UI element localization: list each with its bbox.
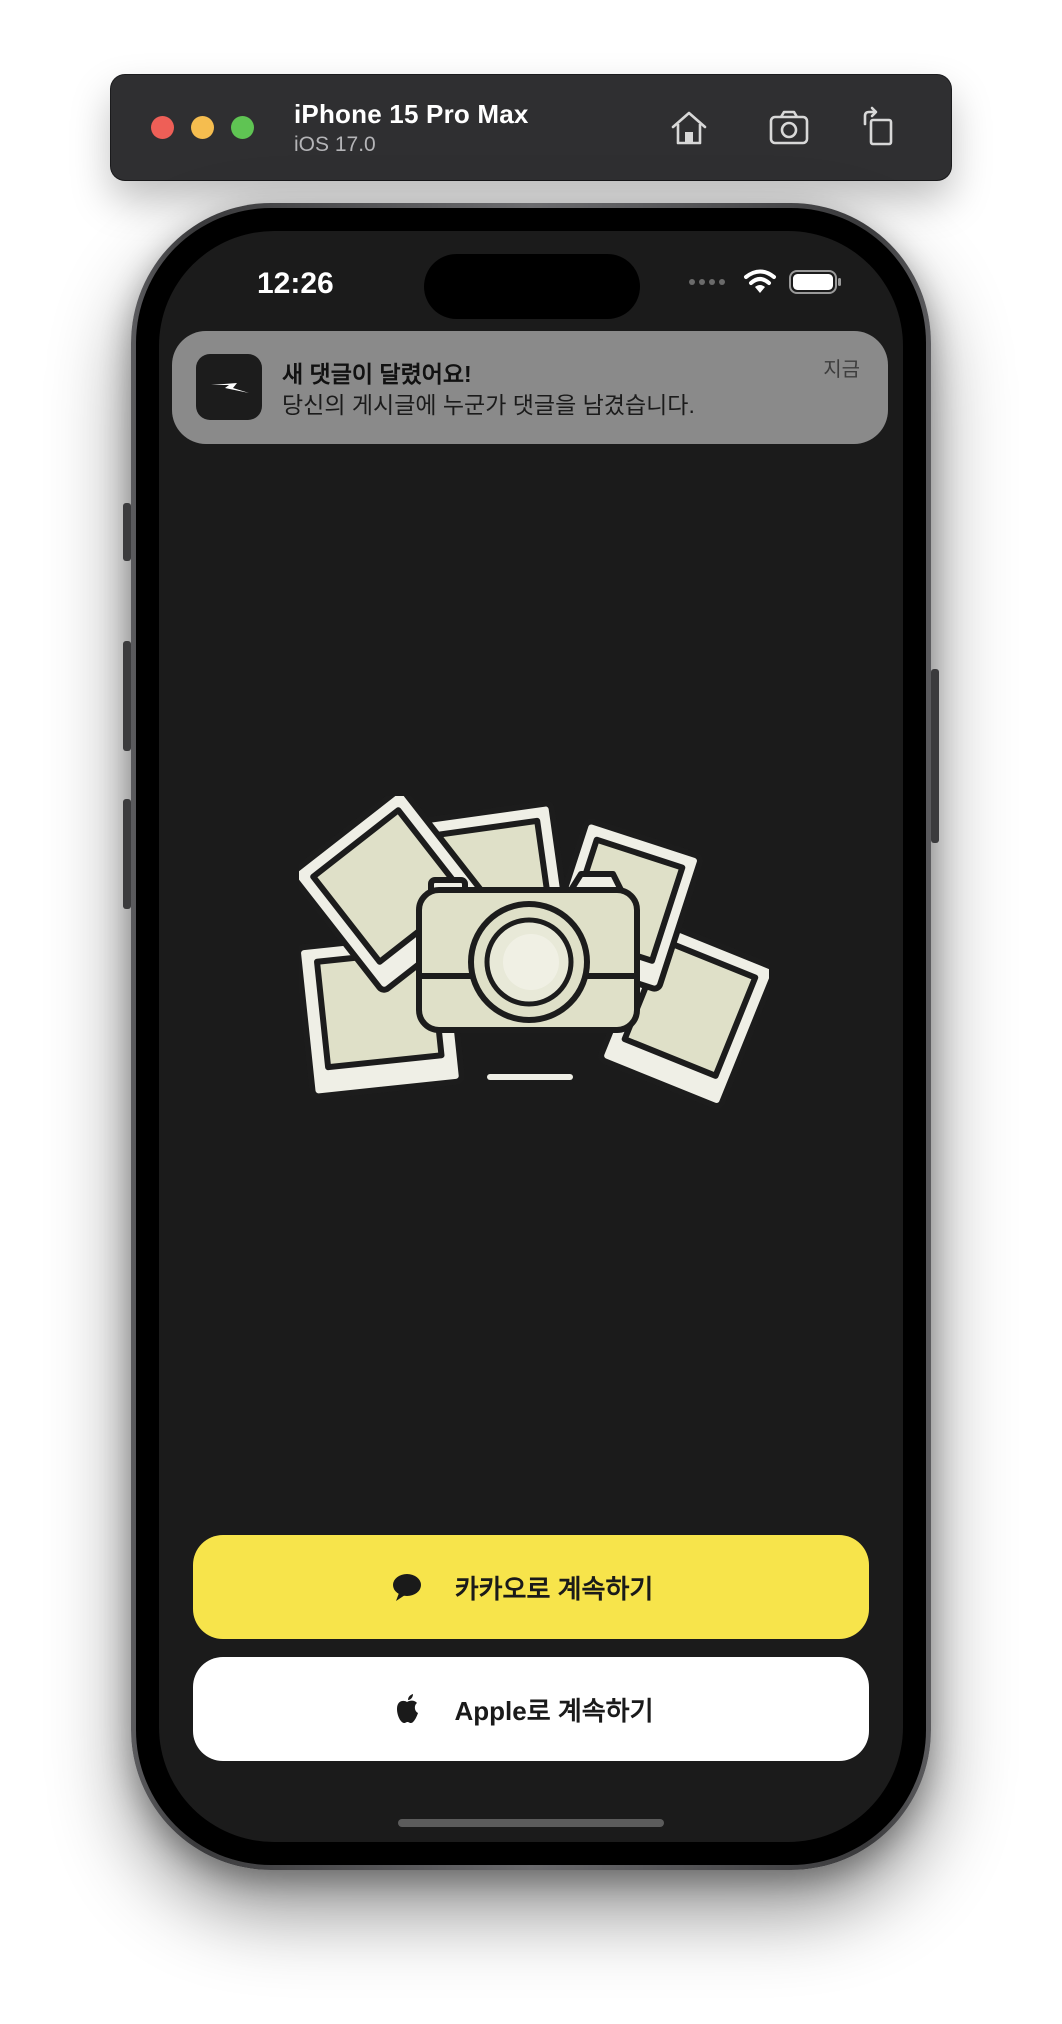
wifi-icon [744,269,776,293]
kakao-login-button[interactable]: 카카오로 계속하기 [193,1535,869,1639]
zoom-window-button[interactable] [231,116,254,139]
volume-up-button[interactable] [123,641,131,751]
app-screen: 12:26 새 댓글이 달렸어요! 당신의 게시글에 누군가 댓글을 남겼습니다… [159,231,903,1842]
chat-bubble-icon [393,1574,421,1601]
os-version: iOS 17.0 [294,133,376,156]
battery-icon [789,270,841,294]
iphone-frame: 12:26 새 댓글이 달렸어요! 당신의 게시글에 누군가 댓글을 남겼습니다… [123,203,939,1870]
app-logo-icon [211,383,249,393]
action-button[interactable] [123,503,131,561]
volume-down-button[interactable] [123,799,131,909]
rotate-icon [863,106,893,146]
rotate-button[interactable] [854,103,904,153]
screenshot-button[interactable] [764,103,814,153]
illustration-underline [487,1074,573,1080]
dynamic-island [424,254,640,319]
status-indicators [689,269,843,295]
home-indicator[interactable] [398,1819,664,1827]
cellular-signal-icon [689,279,725,285]
kakao-login-label: 카카오로 계속하기 [454,1573,654,1604]
app-icon [196,354,262,420]
minimize-window-button[interactable] [191,116,214,139]
home-button[interactable] [664,103,714,153]
home-icon [671,111,707,145]
close-window-button[interactable] [151,116,174,139]
notification-body: 당신의 게시글에 누군가 댓글을 남겼습니다. [282,392,695,418]
camera-photos-illustration [299,796,769,1109]
notification-time: 지금 [823,359,860,381]
apple-login-button[interactable]: Apple로 계속하기 [193,1657,869,1761]
apple-logo-icon [397,1694,418,1723]
apple-login-label: Apple로 계속하기 [454,1695,654,1726]
simulator-toolbar: iPhone 15 Pro Max iOS 17.0 [111,75,951,180]
screenshot-icon [769,110,809,145]
simulator-window: iPhone 15 Pro Max iOS 17.0 12:26 새 댓글이 달… [0,0,1062,2024]
power-button[interactable] [931,669,939,843]
device-name: iPhone 15 Pro Max [294,99,529,129]
push-notification[interactable]: 새 댓글이 달렸어요! 당신의 게시글에 누군가 댓글을 남겼습니다. 지금 [172,331,888,444]
camera-icon [416,871,640,1033]
status-time: 12:26 [257,267,334,300]
notification-title: 새 댓글이 달렸어요! [282,361,472,387]
